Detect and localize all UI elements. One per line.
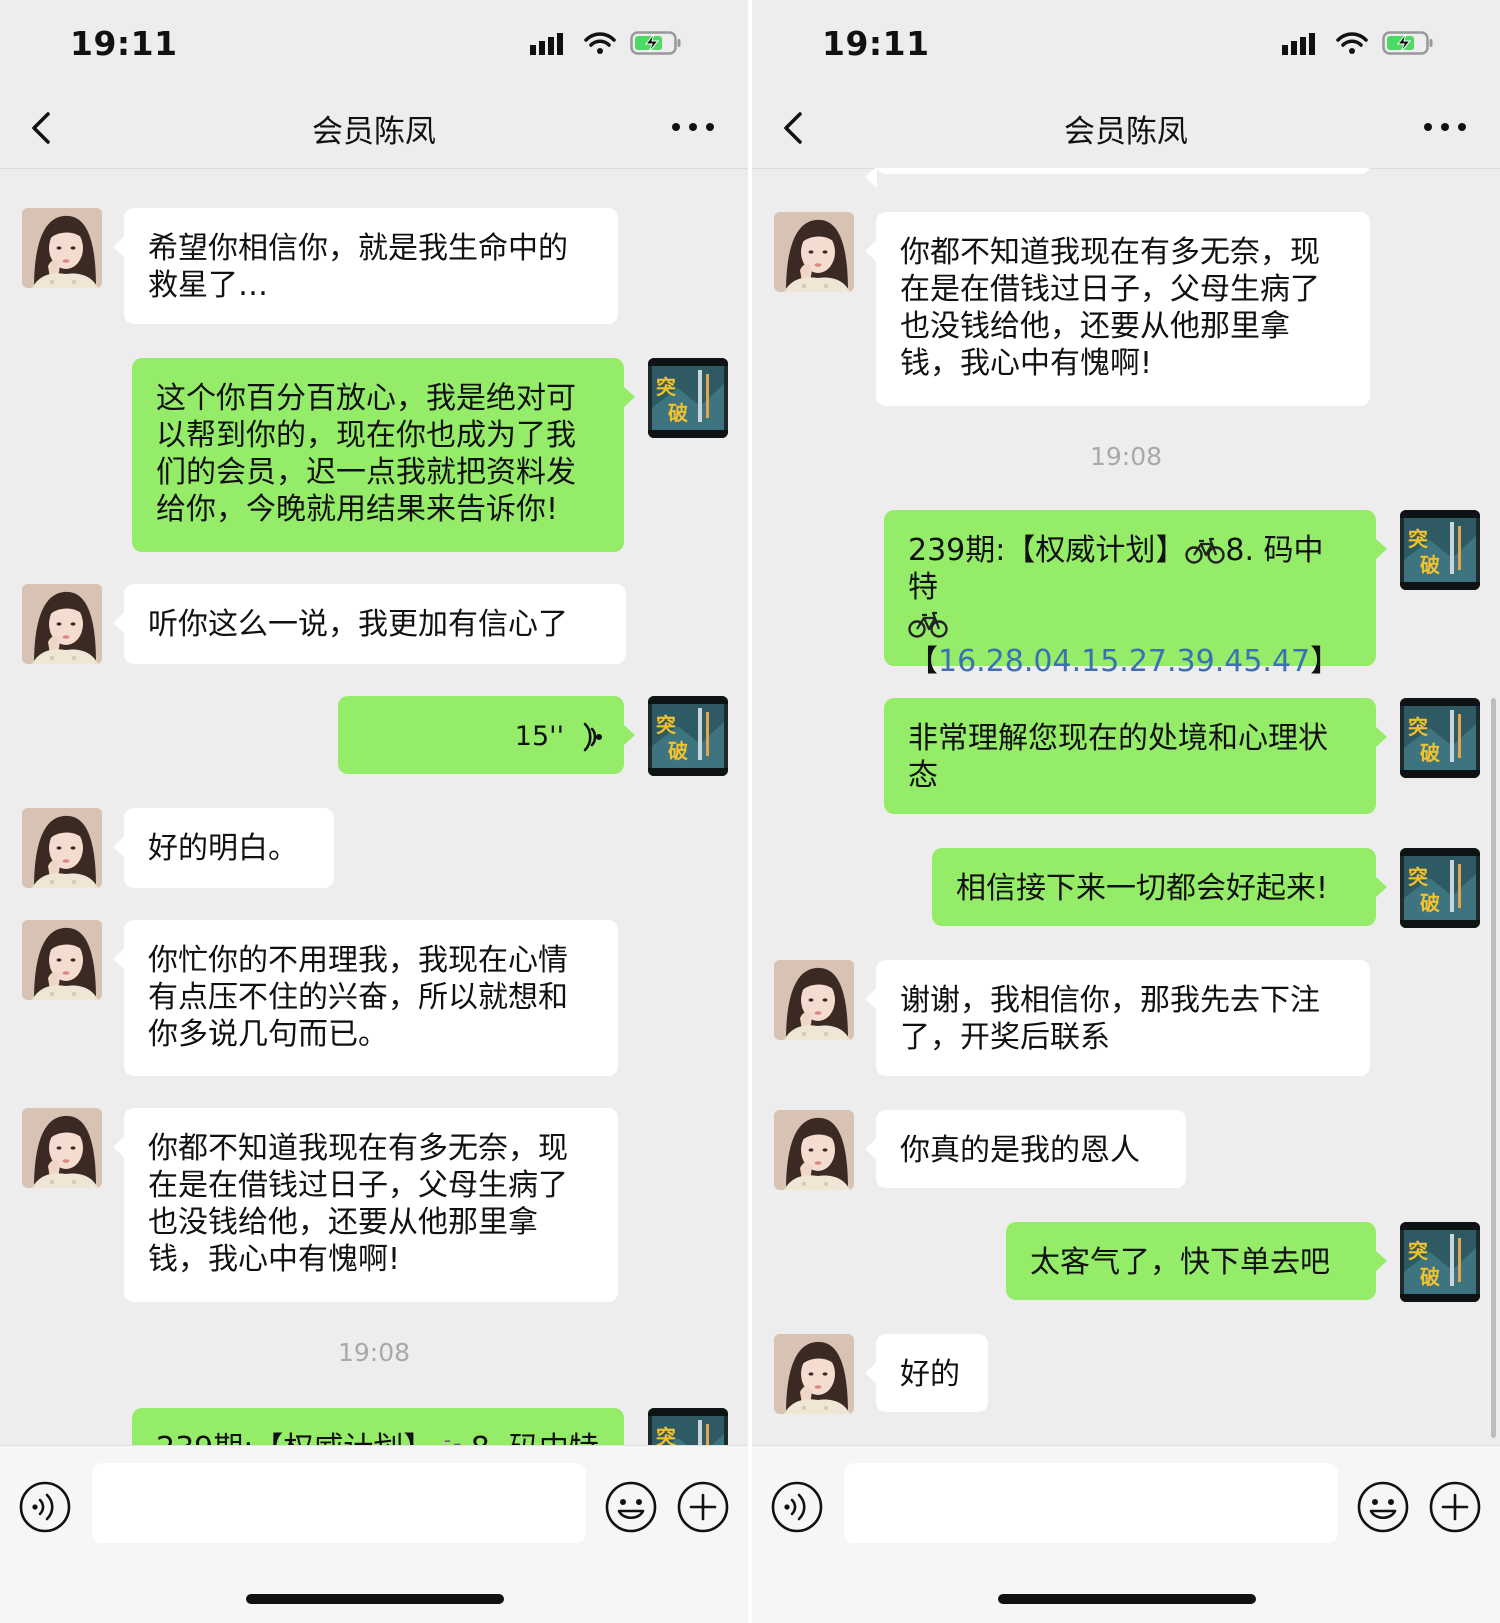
contact-avatar[interactable]: [774, 1334, 854, 1414]
incoming-message[interactable]: 你都不知道我现在有多无奈，现在是在借钱过日子，父母生病了也没钱给他，还要从他那里…: [865, 212, 1370, 406]
outgoing-message[interactable]: 非常理解您现在的处境和心理状态: [884, 698, 1387, 814]
message-input[interactable]: [844, 1463, 1338, 1543]
battery-charging-icon: [1382, 31, 1433, 55]
contact-avatar[interactable]: [22, 208, 102, 288]
wifi-icon: [584, 32, 616, 54]
outgoing-message[interactable]: 太客气了，快下单去吧: [1006, 1222, 1387, 1300]
phone-screen-left: 19:11 会员陈凤 希望你相信你，就是我生命中的救星了… 这个你百分百放心，我…: [0, 0, 748, 1623]
outgoing-message[interactable]: 相信接下来一切都会好起来!: [932, 848, 1387, 926]
outgoing-message[interactable]: 这个你百分百放心，我是绝对可以帮到你的，现在你也成为了我们的会员，迟一点我就把资…: [132, 358, 635, 552]
incoming-message[interactable]: 听你这么一说，我更加有信心了: [113, 584, 626, 664]
home-indicator: [998, 1594, 1256, 1604]
chat-header: 会员陈凤: [0, 88, 748, 169]
plus-icon[interactable]: [676, 1480, 730, 1534]
message-timestamp: 19:08: [337, 1338, 411, 1367]
incoming-message[interactable]: 好的明白。: [113, 808, 334, 888]
status-time: 19:11: [822, 24, 930, 63]
my-avatar[interactable]: [1400, 698, 1480, 778]
message-timestamp: 19:08: [1089, 442, 1163, 471]
incoming-message[interactable]: 你忙你的不用理我，我现在心情有点压不住的兴奋，所以就想和你多说几句而已。: [113, 920, 618, 1076]
contact-avatar[interactable]: [22, 584, 102, 664]
contact-avatar[interactable]: [22, 920, 102, 1000]
emoji-icon[interactable]: [604, 1480, 658, 1534]
contact-avatar[interactable]: [22, 808, 102, 888]
voice-duration: 15'': [514, 721, 564, 752]
bracket-open: 【: [908, 644, 938, 679]
incoming-message[interactable]: 希望你相信你，就是我生命中的救星了…: [113, 208, 618, 324]
outgoing-voice-message[interactable]: 15'': [338, 696, 635, 774]
outgoing-message-partial[interactable]: 239期:【权威计划】🚲8. 码中特: [132, 1408, 624, 1445]
input-toolbar: [0, 1445, 748, 1623]
contact-avatar[interactable]: [22, 1108, 102, 1188]
my-avatar[interactable]: [1400, 848, 1480, 928]
incoming-message[interactable]: 你都不知道我现在有多无奈，现在是在借钱过日子，父母生病了也没钱给他，还要从他那里…: [113, 1108, 618, 1302]
chat-message-list[interactable]: 你都不知道我现在有多无奈，现在是在借钱过日子，父母生病了也没钱给他，还要从他那里…: [752, 168, 1500, 1445]
contact-avatar[interactable]: [774, 960, 854, 1040]
chat-message-list[interactable]: 希望你相信你，就是我生命中的救星了… 这个你百分百放心，我是绝对可以帮到你的，现…: [0, 168, 748, 1445]
wifi-icon: [1336, 32, 1368, 54]
more-dots-icon[interactable]: [668, 112, 718, 142]
contact-avatar[interactable]: [774, 1110, 854, 1190]
status-bar: 19:11: [752, 0, 1500, 88]
my-avatar[interactable]: [648, 358, 728, 438]
incoming-message[interactable]: 谢谢，我相信你，那我先去下注了，开奖后联系: [865, 960, 1370, 1076]
voice-wave-icon: [583, 722, 602, 751]
phone-screen-right: 19:11 会员陈凤 你都不知道我现在有多无奈，现在是在借钱过日子，父母生病了也…: [752, 0, 1500, 1623]
chat-title: 会员陈凤: [1064, 114, 1188, 150]
incoming-message[interactable]: 好的: [865, 1334, 988, 1412]
screens-container: 19:11 会员陈凤 希望你相信你，就是我生命中的救星了… 这个你百分百放心，我…: [0, 0, 1500, 1623]
signal-icon: [1282, 33, 1315, 55]
number-link[interactable]: 16.28.04.15.27.39.45.47: [938, 644, 1310, 679]
outgoing-message-lottery-plan[interactable]: 239期:【权威计划】 8. 码中特 【16.28.04.15.27.39.45.4…: [884, 510, 1387, 679]
bracket-close: 】: [1310, 644, 1341, 679]
bicycle-icon: [908, 610, 948, 638]
message-input[interactable]: [92, 1463, 586, 1543]
my-avatar[interactable]: [1400, 1222, 1480, 1302]
bicycle-icon: [1185, 536, 1225, 564]
status-bar: 19:11: [0, 0, 748, 88]
chat-title: 会员陈凤: [312, 114, 436, 150]
more-dots-icon[interactable]: [1420, 112, 1470, 142]
incoming-message[interactable]: 你真的是我的恩人: [865, 1110, 1186, 1188]
status-time: 19:11: [70, 24, 178, 63]
emoji-icon[interactable]: [1356, 1480, 1410, 1534]
my-avatar[interactable]: [648, 1408, 728, 1445]
input-toolbar: [752, 1445, 1500, 1623]
chat-header: 会员陈凤: [752, 88, 1500, 169]
voice-input-icon[interactable]: [770, 1480, 824, 1534]
voice-input-icon[interactable]: [18, 1480, 72, 1534]
plan-title: 239期:【权威计划】: [908, 533, 1186, 568]
scrollbar[interactable]: [1491, 698, 1496, 1438]
home-indicator: [246, 1594, 504, 1604]
my-avatar[interactable]: [1400, 510, 1480, 590]
plus-icon[interactable]: [1428, 1480, 1482, 1534]
battery-charging-icon: [630, 31, 681, 55]
my-avatar[interactable]: [648, 696, 728, 776]
signal-icon: [530, 33, 563, 55]
contact-avatar[interactable]: [774, 212, 854, 292]
previous-message-edge: [865, 168, 1370, 188]
